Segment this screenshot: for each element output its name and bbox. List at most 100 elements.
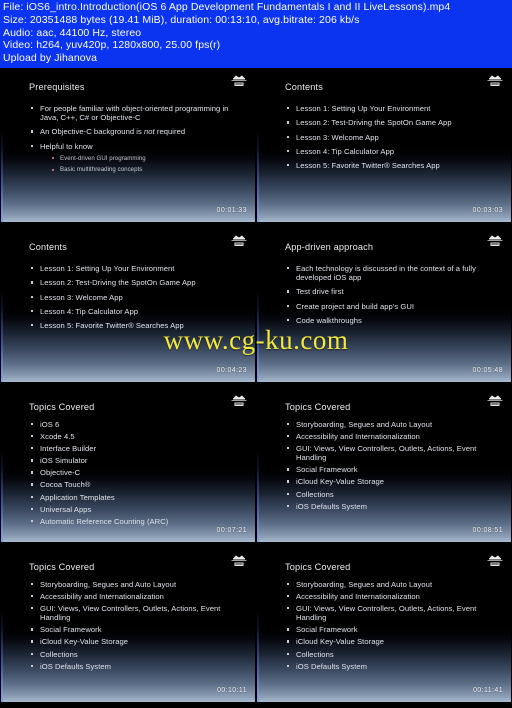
slide-bullet-text: Storyboarding, Segues and Auto Layout bbox=[296, 420, 433, 429]
slide-bullet-text: Social Framework bbox=[40, 625, 102, 635]
slide-bullet-text: Collections bbox=[296, 489, 334, 499]
media-info-size: Size: 20351488 bytes (19.41 MiB), durati… bbox=[3, 13, 360, 26]
slide-bullet: Lesson 1: Setting Up Your Environment bbox=[31, 264, 247, 273]
slide-bullet-text: Application Templates bbox=[40, 492, 115, 502]
slide-bullet-text: GUI: Views, View Controllers, Outlets, A… bbox=[40, 604, 221, 623]
slide-bullet-text: Test drive first bbox=[296, 287, 344, 297]
slide-frame: App-driven approach Each technology is di… bbox=[257, 230, 511, 382]
media-info-audio: Audio: aac, 44100 Hz, stereo bbox=[3, 26, 142, 39]
slide-title: Topics Covered bbox=[285, 562, 351, 572]
slide-bullet-text: Storyboarding, Segues and Auto Layout bbox=[296, 580, 433, 589]
slide-bullet-text: GUI: Views, View Controllers, Outlets, A… bbox=[296, 604, 477, 623]
slide-bullet-text: Universal Apps bbox=[40, 504, 92, 514]
slide-bullet: iOS Defaults System bbox=[287, 662, 503, 671]
slide-bullet-text: Lesson 1: Setting Up Your Environment bbox=[296, 104, 431, 113]
slide-frame: Contents Lesson 1: Setting Up Your Enviro… bbox=[1, 230, 255, 382]
thumbnail-grid: Prerequisites For people familiar with ob… bbox=[0, 68, 512, 708]
deitel-logo bbox=[487, 75, 503, 86]
slide-bullet: Lesson 3: Welcome App bbox=[31, 293, 247, 302]
slide-bullet-list: For people familiar with object-oriented… bbox=[31, 104, 247, 179]
slide-frame: Topics Covered Storyboarding, Segues and … bbox=[257, 390, 511, 542]
slide-bullet-text: Code walkthroughs bbox=[296, 315, 362, 325]
slide-bullet: Lesson 4: Tip Calculator App bbox=[287, 147, 503, 156]
slide-bullet: iCloud Key-Value Storage bbox=[287, 477, 503, 486]
slide-bullet: Test drive first bbox=[287, 287, 503, 296]
slide-bullet: Collections bbox=[31, 650, 247, 659]
slide-title: Topics Covered bbox=[29, 402, 95, 412]
slide-bullet-text: Accessibility and Internationalization bbox=[296, 432, 420, 442]
thumbnail-timestamp: 00:05:48 bbox=[472, 367, 503, 374]
slide-frame: Contents Lesson 1: Setting Up Your Enviro… bbox=[257, 70, 511, 222]
slide-bullet-text: For people familiar with object-oriented… bbox=[40, 104, 229, 123]
slide-bullet-text: Lesson 1: Setting Up Your Environment bbox=[40, 264, 175, 273]
slide-sub-bullet-list: Event-driven GUI programming Basic multit… bbox=[40, 155, 247, 174]
slide-bullet-text: Interface Builder bbox=[40, 444, 97, 454]
thumbnail-timestamp: 00:03:03 bbox=[472, 207, 503, 214]
slide-bullet: Accessibility and Internationalization bbox=[287, 592, 503, 601]
slide-frame: Prerequisites For people familiar with ob… bbox=[1, 70, 255, 222]
thumbnail-cell[interactable]: Topics Covered iOS 6 Xcode 4.5 Interface Bu… bbox=[0, 388, 256, 548]
deitel-logo bbox=[231, 75, 247, 86]
slide-bullet: GUI: Views, View Controllers, Outlets, A… bbox=[287, 444, 503, 462]
slide-bullet: iOS Defaults System bbox=[31, 662, 247, 671]
slide-bullet: GUI: Views, View Controllers, Outlets, A… bbox=[31, 604, 247, 622]
slide-bullet: Storyboarding, Segues and Auto Layout bbox=[31, 580, 247, 589]
slide-bullet-text: Lesson 3: Welcome App bbox=[296, 132, 379, 142]
slide-bullet: Storyboarding, Segues and Auto Layout bbox=[287, 420, 503, 429]
thumbnail-cell[interactable]: Topics Covered Storyboarding, Segues and … bbox=[0, 548, 256, 708]
slide-bullet: iCloud Key-Value Storage bbox=[287, 637, 503, 646]
slide-bullet: iOS 6 bbox=[31, 420, 247, 429]
slide-bullet: Social Framework bbox=[287, 465, 503, 474]
deitel-logo bbox=[487, 395, 503, 406]
slide-bullet: iOS Defaults System bbox=[287, 502, 503, 511]
slide-title: Contents bbox=[29, 242, 67, 252]
thumbnail-cell[interactable]: App-driven approach Each technology is di… bbox=[256, 228, 512, 388]
deitel-logo bbox=[231, 235, 247, 246]
media-info-uploader: Upload by Jihanova bbox=[3, 52, 98, 65]
slide-bullet-text: Helpful to know bbox=[40, 141, 93, 151]
slide-bullet: Lesson 2: Test-Driving the SpotOn Game A… bbox=[287, 118, 503, 127]
slide-bullet-list: Lesson 1: Setting Up Your Environment Les… bbox=[31, 264, 247, 335]
slide-bullet-text: iCloud Key-Value Storage bbox=[40, 637, 129, 647]
slide-sub-bullet: Basic multithreading concepts bbox=[52, 166, 247, 173]
slide-bullet: Social Framework bbox=[31, 625, 247, 634]
slide-bullet-text: An Objective-C background is not require… bbox=[40, 127, 186, 137]
slide-bullet-text: Social Framework bbox=[296, 465, 358, 475]
thumbnail-cell[interactable]: Contents Lesson 1: Setting Up Your Enviro… bbox=[256, 68, 512, 228]
media-info-video: Video: h264, yuv420p, 1280x800, 25.00 fp… bbox=[3, 39, 221, 52]
slide-bullet: Application Templates bbox=[31, 493, 247, 502]
slide-bullet-text: iOS Defaults System bbox=[296, 661, 368, 671]
slide-bullet-text: Storyboarding, Segues and Auto Layout bbox=[40, 580, 177, 589]
slide-bullet: Each technology is discussed in the cont… bbox=[287, 264, 503, 282]
slide-bullet: An Objective-C background is not require… bbox=[31, 127, 247, 136]
slide-bullet: Accessibility and Internationalization bbox=[31, 592, 247, 601]
slide-bullet-text: Social Framework bbox=[296, 625, 358, 635]
slide-bullet: Lesson 5: Favorite Twitter® Searches App bbox=[287, 161, 503, 170]
thumbnail-cell[interactable]: Topics Covered Storyboarding, Segues and … bbox=[256, 548, 512, 708]
slide-bullet-text: Lesson 5: Favorite Twitter® Searches App bbox=[296, 161, 440, 171]
slide-bullet-text: Xcode 4.5 bbox=[40, 432, 75, 442]
thumbnail-cell[interactable]: Contents Lesson 1: Setting Up Your Enviro… bbox=[0, 228, 256, 388]
slide-bullet: GUI: Views, View Controllers, Outlets, A… bbox=[287, 604, 503, 622]
slide-bullet: Lesson 1: Setting Up Your Environment bbox=[287, 104, 503, 113]
slide-bullet: Collections bbox=[287, 490, 503, 499]
slide-bullet-text: Create project and build app’s GUI bbox=[296, 301, 415, 311]
slide-frame: Topics Covered iOS 6 Xcode 4.5 Interface Bu… bbox=[1, 390, 255, 542]
deitel-logo bbox=[487, 235, 503, 246]
slide-title: Prerequisites bbox=[29, 82, 85, 92]
slide-bullet-text: iOS Simulator bbox=[40, 456, 88, 466]
slide-bullet: Create project and build app’s GUI bbox=[287, 302, 503, 311]
deitel-logo bbox=[231, 395, 247, 406]
slide-bullet-text: iCloud Key-Value Storage bbox=[296, 477, 385, 487]
slide-bullet: Lesson 4: Tip Calculator App bbox=[31, 307, 247, 316]
slide-bullet-text: iOS 6 bbox=[40, 420, 60, 429]
slide-bullet-text: Collections bbox=[296, 649, 334, 659]
slide-bullet: Lesson 3: Welcome App bbox=[287, 133, 503, 142]
slide-bullet-text: Lesson 2: Test-Driving the SpotOn Game A… bbox=[296, 118, 452, 128]
slide-bullet-text: Cocoa Touch® bbox=[40, 480, 91, 490]
slide-bullet-text: Each technology is discussed in the cont… bbox=[296, 264, 476, 283]
thumbnail-cell[interactable]: Topics Covered Storyboarding, Segues and … bbox=[256, 388, 512, 548]
slide-bullet-text: GUI: Views, View Controllers, Outlets, A… bbox=[296, 444, 477, 463]
slide-bullet-list: Storyboarding, Segues and Auto Layout Acc… bbox=[31, 580, 247, 674]
thumbnail-cell[interactable]: Prerequisites For people familiar with ob… bbox=[0, 68, 256, 228]
